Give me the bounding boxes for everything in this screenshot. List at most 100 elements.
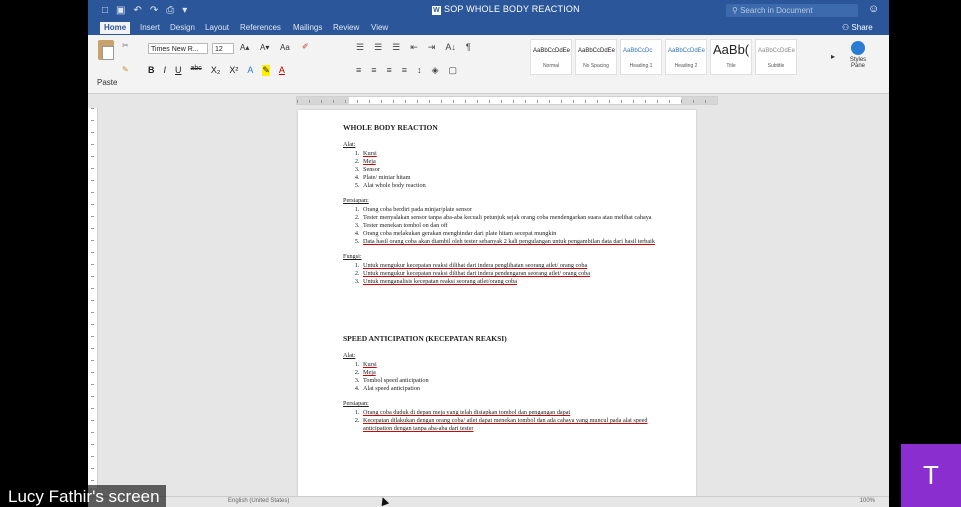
borders-icon[interactable]: ▢: [448, 65, 457, 76]
vertical-ruler[interactable]: [88, 108, 98, 488]
search-placeholder: Search in Document: [740, 6, 813, 15]
share-button[interactable]: ⚇ Share: [842, 23, 873, 32]
bold-button[interactable]: B: [148, 65, 155, 76]
print-icon[interactable]: ⎙: [166, 4, 174, 17]
style-name: Subtitle: [767, 63, 785, 69]
style-heading-1[interactable]: AaBbCcDc Heading 1: [620, 39, 662, 75]
list-item: Tombol speed anticipation: [361, 377, 663, 385]
font-size-select[interactable]: 12: [212, 43, 234, 54]
undo-icon[interactable]: ↶: [134, 4, 142, 17]
style-subtitle[interactable]: AaBbCcDdEe Subtitle: [755, 39, 797, 75]
align-center-icon[interactable]: ≡: [371, 65, 376, 76]
tab-review[interactable]: Review: [333, 23, 359, 32]
tab-references[interactable]: References: [240, 23, 281, 32]
horizontal-ruler[interactable]: [296, 96, 718, 105]
person-add-icon: ⚇: [842, 23, 852, 32]
alat-list: Kursi Meja Sensor Plate/ miniar hitam Al…: [343, 150, 663, 190]
multilevel-list-icon[interactable]: ☰: [392, 42, 400, 53]
format-painter-icon[interactable]: ✎: [122, 65, 129, 74]
style-sample: AaBbCcDdEe: [668, 48, 706, 54]
document-title: W SOP WHOLE BODY REACTION: [432, 4, 580, 15]
section-label-alat-2: Alat:: [343, 352, 356, 359]
paste-icon[interactable]: [98, 40, 114, 60]
line-spacing-icon[interactable]: ↕: [417, 65, 422, 76]
shrink-font-icon[interactable]: A▾: [260, 43, 269, 52]
font-color-button[interactable]: A: [279, 65, 285, 76]
tab-insert[interactable]: Insert: [140, 23, 160, 32]
save-icon[interactable]: ▣: [116, 4, 125, 17]
style-heading-2[interactable]: AaBbCcDdEe Heading 2: [665, 39, 707, 75]
show-formatting-marks-icon[interactable]: ¶: [466, 42, 471, 53]
increase-indent-icon[interactable]: ⇥: [428, 42, 436, 53]
change-case-icon[interactable]: Aa: [280, 43, 290, 52]
sidebar-icon[interactable]: □: [102, 4, 108, 17]
style-sample: AaBbCcDdEe: [578, 48, 616, 54]
styles-pane-button[interactable]: Styles Pane: [844, 41, 872, 69]
ruler-ticks: [297, 100, 717, 103]
document-body[interactable]: WHOLE BODY REACTION Alat: Kursi Meja Sen…: [343, 124, 663, 440]
persiapan-2-list: Orang coba duduk di depan meja yang tela…: [343, 409, 663, 433]
share-label: Share: [851, 23, 873, 32]
language-status[interactable]: English (United States): [228, 498, 289, 504]
ruler-ticks: [91, 108, 94, 488]
style-no-spacing[interactable]: AaBbCcDdEe No Spacing: [575, 39, 617, 75]
style-title[interactable]: AaBb(Title: [710, 39, 752, 75]
more-styles-arrow-icon[interactable]: ▸: [831, 52, 835, 61]
tab-mailings[interactable]: Mailings: [293, 23, 322, 32]
document-page[interactable]: WHOLE BODY REACTION Alat: Kursi Meja Sen…: [298, 110, 696, 500]
highlight-color-icon[interactable]: ✎: [262, 65, 270, 76]
justify-icon[interactable]: ≡: [402, 65, 407, 76]
numbering-icon[interactable]: ☰: [374, 42, 382, 53]
paragraph-row-1: ☰ ☰ ☰ ⇤ ⇥ A↓ ¶: [356, 42, 471, 53]
tab-design[interactable]: Design: [170, 23, 195, 32]
paste-label[interactable]: Paste: [97, 78, 117, 87]
ribbon-home: Paste ✂ ✎ Times New R... 12 A▴ A▾ Aa ✐ B…: [88, 35, 889, 94]
list-item: Meja: [361, 158, 663, 166]
strikethrough-button[interactable]: abc: [191, 65, 202, 76]
align-left-icon[interactable]: ≡: [356, 65, 361, 76]
paragraph-row-2: ≡ ≡ ≡ ≡ ↕ ◈ ▢: [356, 65, 457, 76]
text-effects-button[interactable]: A: [247, 65, 253, 76]
grow-font-icon[interactable]: A▴: [240, 43, 249, 52]
align-right-icon[interactable]: ≡: [387, 65, 392, 76]
search-icon: ⚲: [732, 6, 741, 15]
underline-button[interactable]: U: [175, 65, 182, 76]
section-label-fungsi: Fungsi:: [343, 253, 362, 260]
fungsi-list: Untuk mengukur kecepatan reaksi dilihat …: [343, 262, 663, 286]
sort-icon[interactable]: A↓: [445, 42, 456, 53]
tab-view[interactable]: View: [371, 23, 388, 32]
participant-avatar[interactable]: T: [901, 444, 961, 507]
list-item: Tester menyalakan sensor tanpa aba-aba k…: [361, 214, 663, 222]
italic-button[interactable]: I: [164, 65, 167, 76]
redo-icon[interactable]: ↷: [150, 4, 158, 17]
style-name: Normal: [542, 63, 560, 69]
search-input[interactable]: ⚲ Search in Document: [726, 4, 858, 17]
feedback-smiley-icon[interactable]: ☺: [868, 3, 879, 15]
customize-dropdown-icon[interactable]: ▾: [182, 4, 187, 17]
list-item: Untuk menganalisis kecepatan reaksi seor…: [361, 278, 663, 286]
superscript-button[interactable]: X²: [229, 65, 238, 76]
word-window: □ ▣ ↶ ↷ ⎙ ▾ W SOP WHOLE BODY REACTION ⚲ S…: [88, 0, 889, 507]
screen-share-label: Lucy Fathir's screen: [0, 485, 166, 507]
decrease-indent-icon[interactable]: ⇤: [410, 42, 418, 53]
list-item: Untuk mengukur kecepatan reaksi dilihat …: [361, 262, 663, 270]
document-heading: WHOLE BODY REACTION: [343, 123, 438, 132]
styles-pane-label: Styles Pane: [849, 57, 867, 69]
font-name-select[interactable]: Times New R...: [148, 43, 208, 54]
tab-home[interactable]: Home: [100, 22, 131, 34]
ribbon-tabs: Home Insert Design Layout References Mai…: [88, 21, 889, 35]
font-format-row: B I U abc X₂ X² A ✎ A: [148, 65, 285, 76]
list-item: Alat speed anticipation: [361, 385, 663, 393]
clear-formatting-icon[interactable]: ✐: [302, 42, 309, 51]
list-item: Untuk mengukur kecepatan reaksi dilihat …: [361, 270, 663, 278]
document-title-text: SOP WHOLE BODY REACTION: [444, 4, 580, 14]
bullets-icon[interactable]: ☰: [356, 42, 364, 53]
style-normal[interactable]: AaBbCcDdEe Normal: [530, 39, 572, 75]
style-name: Heading 1: [629, 63, 653, 69]
list-item: Kecepatan dilakukan dengan orang coba/ a…: [361, 417, 663, 433]
zoom-level[interactable]: 100%: [860, 498, 875, 504]
tab-layout[interactable]: Layout: [205, 23, 229, 32]
cut-icon[interactable]: ✂: [122, 41, 129, 50]
shading-icon[interactable]: ◈: [432, 65, 439, 76]
subscript-button[interactable]: X₂: [211, 65, 221, 76]
